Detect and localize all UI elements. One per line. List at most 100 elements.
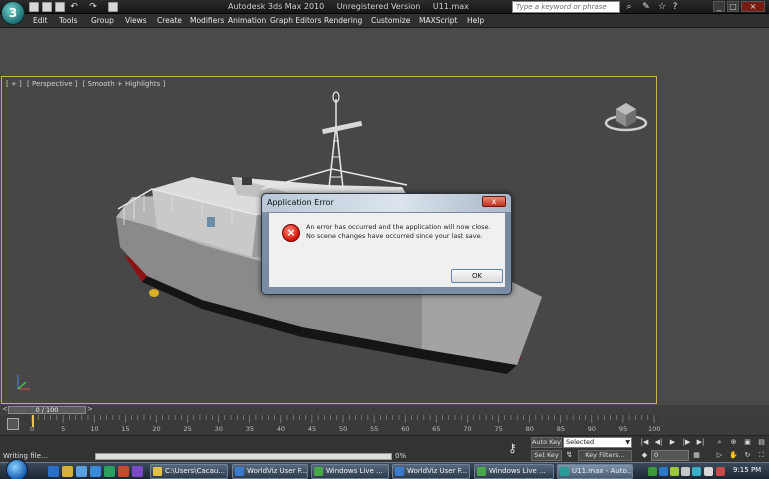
menu-views[interactable]: Views: [125, 16, 147, 25]
tray-security-icon[interactable]: [670, 467, 679, 476]
time-next-arrow[interactable]: >: [87, 405, 93, 413]
dialog-message: An error has occurred and the applicatio…: [306, 223, 502, 241]
help-icon[interactable]: ?: [670, 2, 680, 12]
desktop-icon[interactable]: [76, 466, 87, 477]
previous-frame-icon[interactable]: ◀|: [653, 437, 664, 448]
app-name: Autodesk 3ds Max 2010: [228, 2, 325, 11]
go-to-start-icon[interactable]: |◀: [639, 437, 650, 448]
menu-graph-editors[interactable]: Graph Editors: [270, 16, 322, 25]
go-to-end-icon[interactable]: ▶|: [695, 437, 706, 448]
key-filters-button[interactable]: Key Filters...: [578, 450, 632, 461]
key-mode-select[interactable]: Selected ▼: [563, 437, 632, 448]
play-icon[interactable]: ▶: [667, 437, 678, 448]
maximize-icon[interactable]: □: [727, 1, 739, 12]
key-icon[interactable]: ⚷: [508, 441, 517, 455]
pan-icon[interactable]: ✋: [728, 450, 739, 461]
time-slider-thumb[interactable]: 0 / 100: [8, 406, 86, 414]
menu-create[interactable]: Create: [157, 16, 182, 25]
menu-maxscript[interactable]: MAXScript: [419, 16, 458, 25]
orbit-icon[interactable]: ↻: [742, 450, 753, 461]
app-window: 3 ↶ ↷ Autodesk 3ds Max 2010 Unregistered…: [0, 0, 769, 479]
taskbar-item[interactable]: C:\Users\Cacau...: [150, 464, 228, 479]
set-key-button[interactable]: Set Key: [531, 450, 562, 461]
field-of-view-icon[interactable]: ▷: [714, 450, 725, 461]
taskbar-item-label: C:\Users\Cacau...: [165, 467, 225, 475]
search-input[interactable]: Type a keyword or phrase: [512, 1, 620, 13]
zoom-icon[interactable]: ⌕: [714, 437, 725, 448]
zoom-extents-all-icon[interactable]: ▤: [756, 437, 767, 448]
save-file-icon[interactable]: [55, 2, 65, 12]
taskbar-item[interactable]: Windows Live ...: [311, 464, 389, 479]
explorer-icon[interactable]: [62, 466, 73, 477]
menu-group[interactable]: Group: [91, 16, 114, 25]
next-frame-icon[interactable]: |▶: [681, 437, 692, 448]
menu-rendering[interactable]: Rendering: [324, 16, 362, 25]
tools-icon[interactable]: ✎: [641, 2, 651, 12]
maximize-viewport-icon[interactable]: ⛶: [756, 450, 767, 461]
axis-tripod-icon: [17, 375, 30, 390]
app-launcher-icon[interactable]: [104, 466, 115, 477]
open-file-icon[interactable]: [42, 2, 52, 12]
menu-modifiers[interactable]: Modifiers: [190, 16, 224, 25]
mini-curve-editor-icon[interactable]: [7, 418, 19, 430]
app-logo-icon[interactable]: 3: [1, 1, 25, 25]
current-frame-field[interactable]: 0: [651, 450, 689, 461]
ie-icon[interactable]: [48, 466, 59, 477]
menu-customize[interactable]: Customize: [371, 16, 410, 25]
tray-update-icon[interactable]: [692, 467, 701, 476]
track-tick-label: 35: [245, 425, 254, 433]
auto-key-button[interactable]: Auto Key: [531, 437, 562, 448]
taskbar-item[interactable]: U11.max - Auto...: [557, 464, 633, 479]
key-mode-icon[interactable]: ◆: [639, 450, 650, 461]
taskbar-item[interactable]: WorldViz User F...: [232, 464, 308, 479]
minimize-icon[interactable]: _: [713, 1, 725, 12]
tray-messenger-icon[interactable]: [659, 467, 668, 476]
ok-button[interactable]: OK: [451, 269, 503, 283]
status-text: Writing file...: [3, 452, 48, 460]
messenger-icon[interactable]: [132, 466, 143, 477]
menu-help[interactable]: Help: [467, 16, 484, 25]
track-tick-label: 75: [494, 425, 503, 433]
windows-taskbar: C:\Users\Cacau... WorldViz User F... Windo…: [0, 459, 769, 479]
project-folder-icon[interactable]: [108, 2, 118, 12]
time-config-icon[interactable]: ▦: [691, 450, 702, 461]
dialog-message-line2: No scene changes have occurred since you…: [306, 232, 483, 240]
menu-tools[interactable]: Tools: [59, 16, 77, 25]
track-tick-label: 80: [525, 425, 534, 433]
tray-alert-icon[interactable]: [716, 467, 725, 476]
viewcube-icon[interactable]: [603, 97, 649, 133]
time-prev-arrow[interactable]: <: [2, 405, 8, 413]
tray-volume-icon[interactable]: [681, 467, 690, 476]
error-icon: ×: [282, 224, 300, 242]
tray-network-icon[interactable]: [648, 467, 657, 476]
menu-animation[interactable]: Animation: [228, 16, 266, 25]
time-slider[interactable]: < 0 / 100 >: [0, 405, 769, 415]
menu-bar: Edit Tools Group Views Create Modifiers …: [0, 14, 769, 28]
track-tick-label: 55: [370, 425, 379, 433]
media-icon[interactable]: [90, 466, 101, 477]
star-icon[interactable]: ☆: [657, 2, 667, 12]
taskbar-item[interactable]: WorldViz User F...: [392, 464, 470, 479]
tray-battery-icon[interactable]: [704, 467, 713, 476]
zoom-all-icon[interactable]: ⊕: [728, 437, 739, 448]
menu-edit[interactable]: Edit: [33, 16, 48, 25]
dialog-title-bar[interactable]: Application Error x: [262, 194, 511, 212]
track-tick-label: 20: [152, 425, 161, 433]
redo-icon[interactable]: ↷: [88, 2, 98, 12]
search-icon[interactable]: ⌕: [624, 2, 634, 12]
dialog-title: Application Error: [267, 198, 334, 207]
track-bar[interactable]: 0 5 10 15 20 25 30 35 40 45 50 55 60 65 70 75 80 85 90 95 10…: [0, 415, 660, 435]
start-button[interactable]: [6, 459, 28, 479]
zoom-extents-icon[interactable]: ▣: [742, 437, 753, 448]
taskbar-item[interactable]: Windows Live ...: [474, 464, 554, 479]
undo-icon[interactable]: ↶: [69, 2, 79, 12]
track-tick-label: 40: [276, 425, 286, 433]
firefox-icon[interactable]: [118, 466, 129, 477]
clock[interactable]: 9:15 PM: [733, 466, 761, 474]
track-tick-label: 90: [587, 425, 597, 433]
close-icon[interactable]: ×: [741, 1, 765, 12]
dialog-close-button[interactable]: x: [482, 196, 506, 207]
new-file-icon[interactable]: [29, 2, 39, 12]
track-tick-label: 50: [339, 425, 348, 433]
key-mode-toggle-icon[interactable]: ↯: [566, 450, 576, 461]
